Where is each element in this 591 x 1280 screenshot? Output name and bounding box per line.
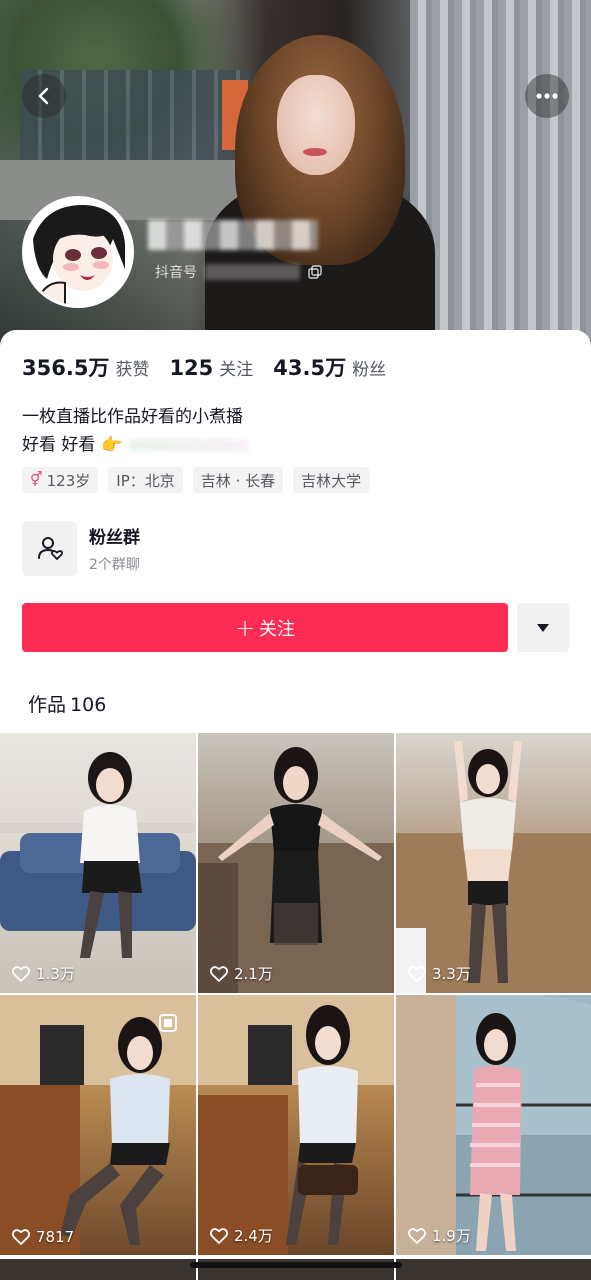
back-button[interactable]: [22, 74, 66, 118]
like-count-text: 7817: [36, 1228, 75, 1246]
following-count[interactable]: 125: [169, 356, 213, 380]
heart-icon: [12, 1229, 30, 1245]
likes-label: 获赞: [115, 360, 150, 380]
follow-button[interactable]: + 关注: [22, 603, 508, 652]
anime-avatar-image: [25, 199, 131, 305]
bio-line-1: 一枚直播比作品好看的小煮播: [22, 407, 243, 427]
thumbnail-image: [0, 995, 196, 1255]
douyin-id-label: 抖音号: [155, 265, 197, 281]
video-thumbnail[interactable]: 7817: [0, 995, 196, 1255]
heart-icon: [210, 1227, 228, 1244]
fans-group-entry[interactable]: 粉丝群 2个群聊: [22, 520, 352, 576]
video-thumbnail[interactable]: 3.3万: [396, 733, 591, 993]
douyin-id-row[interactable]: 抖音号: [155, 262, 322, 282]
video-thumbnail[interactable]: [0, 1259, 196, 1280]
bio-blurred-text: [128, 439, 249, 451]
chevron-left-icon: [38, 87, 49, 105]
profile-tags: ⚥ 123岁 IP：北京 吉林 · 长春 吉林大学: [22, 467, 370, 493]
gender-icon: ⚥: [30, 472, 43, 488]
thumbnail-image: [0, 752, 196, 958]
home-indicator[interactable]: [190, 1262, 402, 1268]
like-count: 1.9万: [408, 1225, 471, 1246]
fans-group-text: 粉丝群 2个群聊: [89, 523, 140, 574]
fans-group-icon-box: [22, 520, 77, 576]
bio: 一枚直播比作品好看的小煮播 好看 好看 👉: [22, 403, 249, 459]
video-thumbnail[interactable]: 1.3万: [0, 733, 196, 993]
follow-button-label: 关注: [259, 618, 296, 640]
thumbnail-image: [396, 995, 591, 1255]
cover-person-photo: [205, 30, 435, 350]
heart-icon: [210, 965, 228, 982]
tag-age[interactable]: ⚥ 123岁: [22, 467, 99, 493]
tag-ip-location[interactable]: IP：北京: [108, 467, 183, 493]
more-options-button[interactable]: [525, 74, 569, 118]
heart-icon: [408, 1227, 426, 1244]
like-count: 2.1万: [210, 963, 273, 984]
tag-city-text: 吉林 · 长春: [200, 471, 276, 490]
works-tab-count: 106: [70, 694, 107, 716]
tab-works[interactable]: 作品 106: [28, 690, 106, 717]
recommend-dropdown-button[interactable]: [517, 603, 569, 652]
tag-school-text: 吉林大学: [301, 471, 362, 490]
works-tab-label: 作品: [28, 694, 67, 716]
like-count: 2.4万: [210, 1225, 273, 1246]
username-blurred: [148, 220, 318, 250]
video-thumbnail[interactable]: [396, 1259, 591, 1280]
thumbnail-image: [198, 995, 394, 1255]
user-heart-icon: [37, 537, 63, 560]
like-count: 1.3万: [12, 963, 75, 984]
likes-count: 356.5万: [22, 356, 110, 380]
like-count-text: 2.4万: [234, 1227, 273, 1245]
tag-age-text: 123岁: [46, 471, 91, 490]
heart-icon: [408, 965, 426, 982]
heart-icon: [12, 965, 30, 982]
like-count: 7817: [12, 1228, 74, 1246]
video-thumbnail[interactable]: 2.4万: [198, 995, 394, 1255]
like-count-text: 1.3万: [36, 965, 75, 983]
like-count: 3.3万: [408, 963, 471, 984]
avatar[interactable]: [22, 196, 134, 308]
copy-icon[interactable]: [308, 265, 322, 279]
tag-city[interactable]: 吉林 · 长春: [192, 467, 284, 493]
caret-down-icon: [537, 623, 549, 632]
bio-line-2: 好看 好看: [22, 435, 96, 455]
pinned-icon: [159, 1014, 177, 1032]
followers-label[interactable]: 粉丝: [352, 355, 386, 380]
video-thumbnail[interactable]: 2.1万: [198, 733, 394, 993]
like-count-text: 1.9万: [432, 1227, 471, 1245]
bio-line-2-row: 好看 好看 👉: [22, 431, 249, 459]
video-thumbnail[interactable]: 1.9万: [396, 995, 591, 1255]
tag-ip-text: IP：北京: [116, 471, 175, 490]
ellipsis-icon: [536, 93, 558, 99]
following-label[interactable]: 关注: [219, 355, 253, 380]
video-grid: 1.3万 2.1万 3.3万 7817 2.4万 1.9万: [0, 733, 591, 1255]
cover-curtain: [410, 0, 591, 340]
like-count-text: 2.1万: [234, 965, 273, 983]
douyin-id-value-blurred: [205, 264, 300, 280]
followers-count[interactable]: 43.5万: [273, 352, 346, 382]
thumbnail-image: [198, 747, 394, 993]
thumbnail-image: [396, 741, 591, 993]
stats-row: 356.5万 获赞 125 关注 43.5万 粉丝: [22, 352, 400, 382]
pointing-hand-emoji: 👉: [101, 435, 123, 455]
like-count-text: 3.3万: [432, 965, 471, 983]
fans-group-title: 粉丝群: [89, 527, 140, 548]
fans-group-subtitle: 2个群聊: [89, 556, 140, 573]
tag-school[interactable]: 吉林大学: [293, 467, 370, 493]
plus-icon: +: [234, 613, 256, 642]
